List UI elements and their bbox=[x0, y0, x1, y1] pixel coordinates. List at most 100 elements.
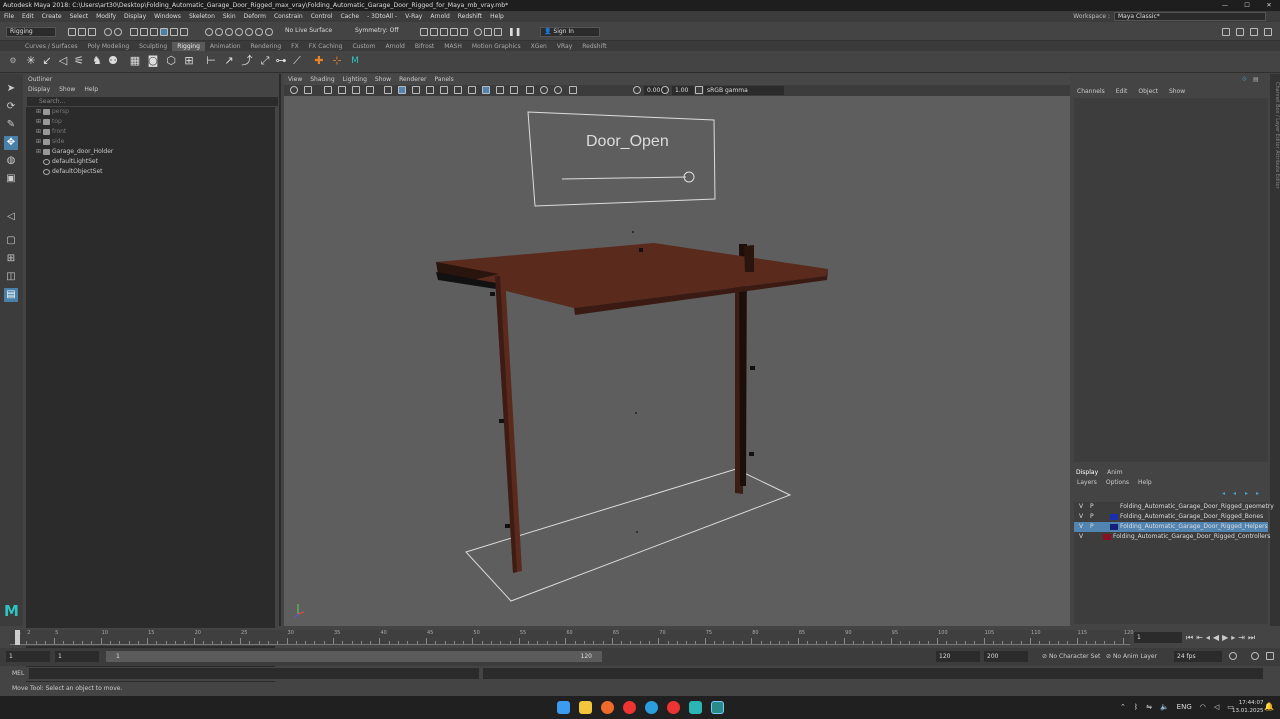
select-by-type-icon[interactable] bbox=[160, 28, 168, 36]
menu-item-1[interactable]: Edit bbox=[18, 13, 38, 20]
move-layer-up-icon[interactable]: ◂ bbox=[1222, 490, 1230, 498]
wireframe-icon[interactable] bbox=[384, 86, 392, 94]
bluetooth-icon[interactable]: ᛒ bbox=[1134, 702, 1138, 712]
viewport-menu-item[interactable]: Show bbox=[375, 76, 391, 83]
select-tool-icon[interactable]: ➤ bbox=[4, 82, 18, 96]
menu-item-7[interactable]: Skeleton bbox=[185, 13, 219, 20]
shelf-tab-13[interactable]: XGen bbox=[526, 42, 552, 51]
outliner-item[interactable]: defaultObjectSet bbox=[26, 167, 275, 177]
move-layer-down-icon[interactable]: ◂ bbox=[1233, 490, 1241, 498]
command-input[interactable] bbox=[29, 668, 479, 679]
shelf-tab-1[interactable]: Poly Modeling bbox=[83, 42, 135, 51]
menu-item-8[interactable]: Skin bbox=[219, 13, 240, 20]
shelf-tab-3[interactable]: Rigging bbox=[172, 42, 205, 51]
new-empty-layer-icon[interactable]: ▸ bbox=[1245, 490, 1253, 498]
step-forward-icon[interactable]: ▸ bbox=[1231, 632, 1235, 643]
undo-icon[interactable] bbox=[104, 28, 112, 36]
file-explorer-icon[interactable] bbox=[579, 701, 592, 714]
exposure-icon[interactable] bbox=[540, 86, 548, 94]
lock-selection-icon[interactable] bbox=[170, 28, 178, 36]
smooth-shade-icon[interactable] bbox=[398, 86, 406, 94]
xray-icon[interactable] bbox=[482, 86, 490, 94]
rotate-tool-icon[interactable]: ◍ bbox=[4, 154, 18, 168]
humanik-icon[interactable]: ♞ bbox=[90, 54, 104, 68]
layer-color-swatch[interactable] bbox=[1110, 504, 1118, 510]
network-icon[interactable]: ⇋ bbox=[1146, 702, 1152, 712]
shelf-tab-10[interactable]: Bifrost bbox=[410, 42, 439, 51]
maximize-icon[interactable]: ☐ bbox=[1236, 0, 1258, 11]
aim-constraint-icon[interactable]: ⊶ bbox=[274, 54, 288, 68]
expand-icon[interactable]: ⊞ bbox=[36, 137, 41, 147]
lattice-icon[interactable]: ⊞ bbox=[182, 54, 196, 68]
nurbs-circle-icon[interactable]: ⊹ bbox=[330, 54, 344, 68]
menu-item-6[interactable]: Windows bbox=[150, 13, 185, 20]
play-forward-icon[interactable]: ▶ bbox=[1222, 632, 1228, 643]
ipr-render-icon[interactable] bbox=[440, 28, 448, 36]
clock[interactable]: 17:44:07 13.01.2025 bbox=[1232, 699, 1264, 715]
tray-chevron-icon[interactable]: ⌃ bbox=[1120, 702, 1126, 712]
channel-box-menu-item[interactable]: Edit bbox=[1116, 88, 1128, 95]
range-bar[interactable]: 1 120 bbox=[106, 651, 602, 662]
auto-key-icon[interactable] bbox=[1251, 652, 1259, 660]
viewport-menu-item[interactable]: View bbox=[288, 76, 302, 83]
snap-curve-icon[interactable] bbox=[215, 28, 223, 36]
save-scene-icon[interactable] bbox=[88, 28, 96, 36]
film-gate-icon[interactable] bbox=[338, 86, 346, 94]
history-icon[interactable] bbox=[420, 28, 428, 36]
render-settings-icon[interactable] bbox=[450, 28, 458, 36]
menu-item-10[interactable]: Constrain bbox=[270, 13, 307, 20]
outliner-menu-item[interactable]: Show bbox=[59, 86, 75, 93]
redo-icon[interactable] bbox=[114, 28, 122, 36]
channel-box-icon[interactable] bbox=[1264, 28, 1272, 36]
gamma-value-icon[interactable] bbox=[661, 86, 669, 94]
shelf-tab-15[interactable]: Redshift bbox=[577, 42, 611, 51]
symmetry-dropdown[interactable]: Symmetry: Off bbox=[352, 27, 412, 37]
fps-dropdown[interactable]: 24 fps bbox=[1174, 651, 1222, 662]
step-forward-key-icon[interactable]: ⇥ bbox=[1238, 632, 1245, 643]
channel-box-toggle-icon[interactable]: ⟐ bbox=[1242, 76, 1250, 84]
outliner-item[interactable]: ⊞ side bbox=[26, 137, 275, 147]
shelf-menu-icon[interactable]: ⚙ bbox=[6, 54, 20, 68]
browser-icon[interactable] bbox=[601, 701, 614, 714]
layer-menu-item[interactable]: Options bbox=[1106, 479, 1129, 486]
close-icon[interactable]: ✕ bbox=[1258, 0, 1280, 11]
outliner-item[interactable]: ⊞ front bbox=[26, 127, 275, 137]
menu-item-16[interactable]: Redshift bbox=[454, 13, 486, 20]
lasso-tool-icon[interactable]: ⟳ bbox=[4, 100, 18, 114]
antialias-icon[interactable] bbox=[468, 86, 476, 94]
lights-icon[interactable] bbox=[426, 86, 434, 94]
snap-point-icon[interactable] bbox=[225, 28, 233, 36]
select-component-icon[interactable] bbox=[150, 28, 158, 36]
scale-tool-icon[interactable]: ▣ bbox=[4, 172, 18, 186]
pause-icon[interactable]: ❚❚ bbox=[508, 28, 521, 36]
hypershade-icon[interactable] bbox=[460, 28, 468, 36]
layer-playback-toggle[interactable]: P bbox=[1090, 512, 1094, 522]
xray-joints-icon[interactable] bbox=[496, 86, 504, 94]
menu-item-4[interactable]: Modify bbox=[92, 13, 120, 20]
shelf-tab-4[interactable]: Animation bbox=[205, 42, 246, 51]
snap-view-icon[interactable] bbox=[235, 28, 243, 36]
channel-box-menu-item[interactable]: Channels bbox=[1077, 88, 1105, 95]
colorspace-dropdown[interactable]: sRGB gamma bbox=[704, 86, 784, 95]
sign-in-button[interactable]: 👤 Sign In bbox=[540, 27, 600, 37]
go-to-end-icon[interactable]: ⏭ bbox=[1248, 632, 1255, 643]
end-time-field[interactable]: 200 bbox=[984, 651, 1028, 662]
channel-box-menu-item[interactable]: Object bbox=[1138, 88, 1158, 95]
tool-settings-icon[interactable] bbox=[1250, 28, 1258, 36]
view-transform-icon[interactable] bbox=[695, 86, 703, 94]
yandex-icon[interactable] bbox=[667, 701, 680, 714]
step-back-key-icon[interactable]: ⇤ bbox=[1196, 632, 1203, 643]
volume-icon[interactable]: 🔈 bbox=[1160, 702, 1169, 712]
image-plane-icon[interactable] bbox=[324, 86, 332, 94]
isolate-select-icon[interactable] bbox=[510, 86, 518, 94]
vray-render-icon[interactable] bbox=[474, 28, 482, 36]
textured-icon[interactable] bbox=[412, 86, 420, 94]
joint-tool-icon[interactable]: ✳ bbox=[24, 54, 38, 68]
last-tool-icon[interactable]: ◁ bbox=[4, 210, 18, 224]
layer-row[interactable]: V P Folding_Automatic_Garage_Door_Rigged_g… bbox=[1074, 502, 1274, 512]
character-set-field[interactable]: ⊘ No Character Set bbox=[1042, 651, 1100, 662]
shelf-tab-2[interactable]: Sculpting bbox=[134, 42, 172, 51]
menu-item-13[interactable]: - 3DtoAll - bbox=[363, 13, 401, 20]
layer-tab[interactable]: Anim bbox=[1107, 469, 1122, 476]
outliner-item[interactable]: defaultLightSet bbox=[26, 157, 275, 167]
